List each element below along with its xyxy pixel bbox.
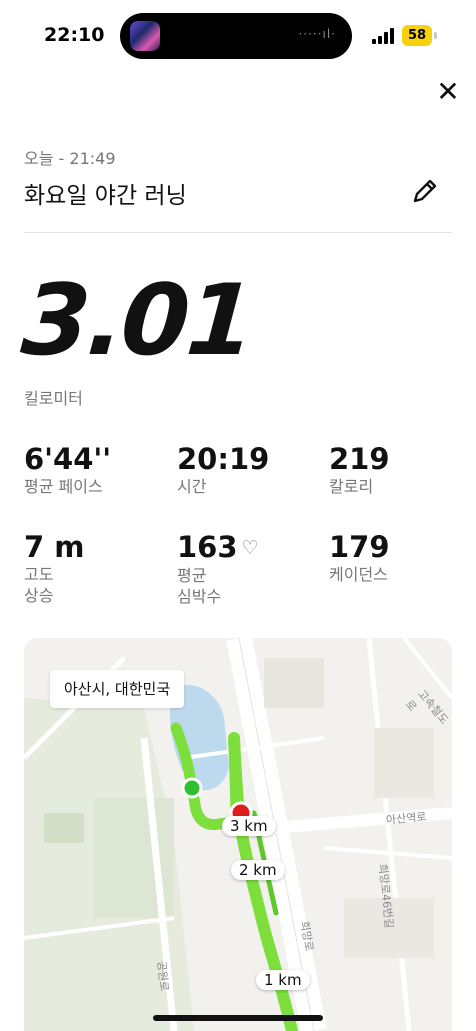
stat-value: 219 <box>329 442 390 476</box>
road-label: 공원로 <box>154 960 171 992</box>
stat-label: 케이던스 <box>329 565 388 584</box>
location-chip: 아산시, 대한민국 <box>50 670 185 708</box>
stat-label: 평균 페이스 <box>24 477 103 496</box>
stat-label-line2: 상승 <box>24 586 54 605</box>
stat-label-line1: 고도 <box>24 565 54 584</box>
stat-value: 163 <box>177 530 238 564</box>
stat-elevation-gain: 7 m 고도 상승 <box>24 530 85 606</box>
status-bar: 22:10 ·····ıl· 58 <box>0 0 476 70</box>
km-marker-3: 3 km <box>222 816 276 836</box>
activity-date: 오늘 - 21:49 <box>24 149 116 168</box>
distance-unit: 킬로미터 <box>24 389 83 408</box>
stat-calories: 219 칼로리 <box>329 442 390 497</box>
stat-heart-rate: 163 ♡ 평균 심박수 <box>177 530 259 607</box>
battery-indicator: 58 <box>402 25 433 46</box>
battery-nub <box>434 32 437 39</box>
cellular-signal-icon <box>372 28 398 44</box>
km-marker-1: 1 km <box>256 970 310 990</box>
stat-label-line2: 심박수 <box>177 587 222 606</box>
stat-cadence: 179 케이던스 <box>329 530 390 585</box>
close-icon[interactable]: ✕ <box>432 76 464 108</box>
distance-value: 3.01 <box>18 264 256 378</box>
pencil-icon[interactable] <box>410 176 440 206</box>
route-map[interactable]: 아산시, 대한민국 3 km 2 km 1 km 아산역로 희망로 희망로46번… <box>24 638 452 1031</box>
audio-waveform-icon: ·····ıl· <box>298 27 336 41</box>
stat-label: 칼로리 <box>329 477 374 496</box>
home-indicator[interactable] <box>153 1015 323 1021</box>
activity-title: 화요일 야간 러닝 <box>24 183 187 209</box>
stat-value: 7 m <box>24 530 85 564</box>
status-time: 22:10 <box>44 24 105 46</box>
stat-average-pace: 6'44'' 평균 페이스 <box>24 442 111 497</box>
km-marker-2: 2 km <box>231 860 285 880</box>
heart-icon: ♡ <box>241 537 259 559</box>
stat-label: 시간 <box>177 477 207 496</box>
stat-value: 179 <box>329 530 390 564</box>
dynamic-island[interactable]: ·····ıl· <box>120 13 352 59</box>
stat-value: 6'44'' <box>24 442 112 476</box>
stat-value-row: 163 ♡ <box>177 530 259 565</box>
header-divider <box>24 232 452 233</box>
stat-value: 20:19 <box>177 442 270 476</box>
stat-time: 20:19 시간 <box>177 442 269 497</box>
stat-label-line1: 평균 <box>177 566 207 585</box>
now-playing-artwork <box>130 21 160 51</box>
